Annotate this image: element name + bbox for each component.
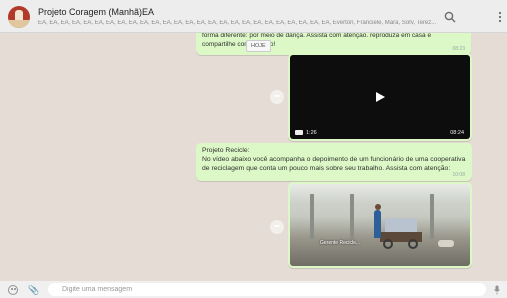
video-camera-icon (295, 130, 303, 135)
message-bubble[interactable]: forma diferente: por meio de dança. Assi… (196, 33, 471, 55)
date-tooltip: HOJE (246, 40, 271, 52)
message-list[interactable]: forma diferente: por meio de dança. Assi… (0, 33, 507, 281)
message-time: 08:24 (450, 130, 464, 136)
group-members: EA, EA, EA, EA, EA, EA, EA, EA, EA, EA, … (38, 20, 437, 26)
video-message[interactable]: 1:26 08:24 (288, 53, 472, 141)
forward-icon[interactable]: ➦ (270, 90, 284, 104)
message-text: forma diferente: por meio de dança. Assi… (202, 33, 432, 48)
emoji-icon[interactable] (8, 285, 18, 295)
message-input[interactable] (48, 283, 486, 296)
message-time: 08:23 (452, 46, 465, 52)
microphone-icon[interactable] (494, 285, 500, 295)
video-message[interactable]: Gerente Recicle... (288, 182, 472, 268)
play-icon[interactable] (376, 92, 385, 102)
kebab-menu-icon[interactable] (497, 11, 503, 23)
message-bubble[interactable]: Projeto Recicle: No vídeo abaixo você ac… (196, 143, 472, 181)
chat-header[interactable]: Projeto Coragem (Manhã)EA EA, EA, EA, EA… (0, 0, 507, 33)
message-text: Projeto Recicle: No vídeo abaixo você ac… (202, 147, 466, 173)
group-avatar[interactable] (8, 6, 30, 28)
search-icon[interactable] (444, 11, 456, 23)
video-caption: Gerente Recicle... (320, 240, 361, 246)
video-thumbnail[interactable]: 1:26 08:24 (290, 55, 470, 139)
group-title[interactable]: Projeto Coragem (Manhã)EA (38, 7, 154, 17)
composer-bar: 📎 (0, 281, 507, 298)
worker-figure (374, 210, 381, 238)
forward-icon[interactable]: ➦ (270, 220, 284, 234)
video-duration: 1:26 (306, 130, 317, 136)
video-thumbnail[interactable]: Gerente Recicle... (290, 184, 470, 266)
message-time: 10:08 (452, 172, 465, 178)
paperclip-icon[interactable]: 📎 (28, 285, 39, 295)
dog-figure (438, 240, 454, 247)
